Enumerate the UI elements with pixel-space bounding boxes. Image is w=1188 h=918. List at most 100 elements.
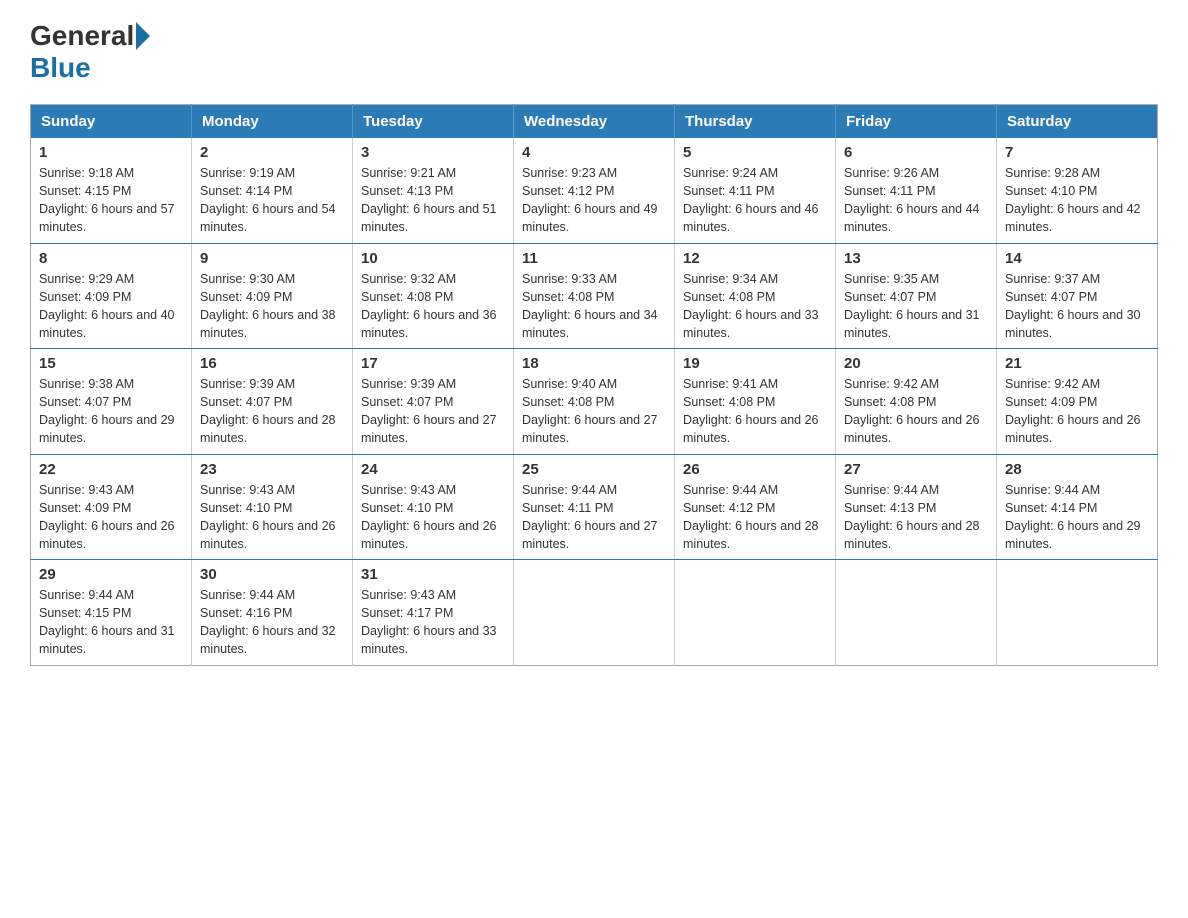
calendar-cell: 11 Sunrise: 9:33 AMSunset: 4:08 PMDaylig…: [514, 243, 675, 349]
day-number: 20: [844, 355, 988, 372]
day-info: Sunrise: 9:24 AMSunset: 4:11 PMDaylight:…: [683, 166, 819, 234]
day-info: Sunrise: 9:28 AMSunset: 4:10 PMDaylight:…: [1005, 166, 1141, 234]
calendar-table: SundayMondayTuesdayWednesdayThursdayFrid…: [30, 104, 1158, 666]
day-info: Sunrise: 9:19 AMSunset: 4:14 PMDaylight:…: [200, 166, 336, 234]
day-number: 29: [39, 566, 183, 583]
logo-arrow-icon: [136, 22, 150, 50]
calendar-cell: [675, 560, 836, 666]
day-number: 1: [39, 144, 183, 161]
day-info: Sunrise: 9:44 AMSunset: 4:11 PMDaylight:…: [522, 483, 658, 551]
day-number: 24: [361, 461, 505, 478]
calendar-cell: 22 Sunrise: 9:43 AMSunset: 4:09 PMDaylig…: [31, 454, 192, 560]
calendar-cell: 4 Sunrise: 9:23 AMSunset: 4:12 PMDayligh…: [514, 138, 675, 243]
day-info: Sunrise: 9:44 AMSunset: 4:13 PMDaylight:…: [844, 483, 980, 551]
day-number: 23: [200, 461, 344, 478]
day-info: Sunrise: 9:44 AMSunset: 4:15 PMDaylight:…: [39, 588, 175, 656]
calendar-cell: [997, 560, 1158, 666]
calendar-cell: 14 Sunrise: 9:37 AMSunset: 4:07 PMDaylig…: [997, 243, 1158, 349]
weekday-header-monday: Monday: [192, 105, 353, 139]
day-info: Sunrise: 9:26 AMSunset: 4:11 PMDaylight:…: [844, 166, 980, 234]
day-info: Sunrise: 9:34 AMSunset: 4:08 PMDaylight:…: [683, 272, 819, 340]
calendar-cell: 9 Sunrise: 9:30 AMSunset: 4:09 PMDayligh…: [192, 243, 353, 349]
calendar-cell: 15 Sunrise: 9:38 AMSunset: 4:07 PMDaylig…: [31, 349, 192, 455]
day-info: Sunrise: 9:39 AMSunset: 4:07 PMDaylight:…: [200, 377, 336, 445]
day-info: Sunrise: 9:18 AMSunset: 4:15 PMDaylight:…: [39, 166, 175, 234]
calendar-cell: 6 Sunrise: 9:26 AMSunset: 4:11 PMDayligh…: [836, 138, 997, 243]
calendar-week-row: 15 Sunrise: 9:38 AMSunset: 4:07 PMDaylig…: [31, 349, 1158, 455]
day-info: Sunrise: 9:43 AMSunset: 4:17 PMDaylight:…: [361, 588, 497, 656]
calendar-cell: 17 Sunrise: 9:39 AMSunset: 4:07 PMDaylig…: [353, 349, 514, 455]
weekday-header-tuesday: Tuesday: [353, 105, 514, 139]
day-number: 31: [361, 566, 505, 583]
day-info: Sunrise: 9:37 AMSunset: 4:07 PMDaylight:…: [1005, 272, 1141, 340]
day-number: 21: [1005, 355, 1149, 372]
day-number: 6: [844, 144, 988, 161]
day-number: 3: [361, 144, 505, 161]
calendar-cell: 21 Sunrise: 9:42 AMSunset: 4:09 PMDaylig…: [997, 349, 1158, 455]
day-info: Sunrise: 9:43 AMSunset: 4:10 PMDaylight:…: [361, 483, 497, 551]
calendar-cell: 16 Sunrise: 9:39 AMSunset: 4:07 PMDaylig…: [192, 349, 353, 455]
day-number: 14: [1005, 250, 1149, 267]
day-number: 17: [361, 355, 505, 372]
day-info: Sunrise: 9:44 AMSunset: 4:16 PMDaylight:…: [200, 588, 336, 656]
day-info: Sunrise: 9:41 AMSunset: 4:08 PMDaylight:…: [683, 377, 819, 445]
calendar-cell: 30 Sunrise: 9:44 AMSunset: 4:16 PMDaylig…: [192, 560, 353, 666]
calendar-cell: 1 Sunrise: 9:18 AMSunset: 4:15 PMDayligh…: [31, 138, 192, 243]
day-number: 9: [200, 250, 344, 267]
weekday-header-saturday: Saturday: [997, 105, 1158, 139]
calendar-cell: [514, 560, 675, 666]
day-info: Sunrise: 9:43 AMSunset: 4:10 PMDaylight:…: [200, 483, 336, 551]
calendar-week-row: 29 Sunrise: 9:44 AMSunset: 4:15 PMDaylig…: [31, 560, 1158, 666]
calendar-cell: 23 Sunrise: 9:43 AMSunset: 4:10 PMDaylig…: [192, 454, 353, 560]
day-number: 10: [361, 250, 505, 267]
calendar-cell: 18 Sunrise: 9:40 AMSunset: 4:08 PMDaylig…: [514, 349, 675, 455]
day-info: Sunrise: 9:43 AMSunset: 4:09 PMDaylight:…: [39, 483, 175, 551]
logo-general-text: General: [30, 20, 134, 52]
calendar-cell: 25 Sunrise: 9:44 AMSunset: 4:11 PMDaylig…: [514, 454, 675, 560]
day-info: Sunrise: 9:42 AMSunset: 4:09 PMDaylight:…: [1005, 377, 1141, 445]
day-info: Sunrise: 9:29 AMSunset: 4:09 PMDaylight:…: [39, 272, 175, 340]
weekday-header-sunday: Sunday: [31, 105, 192, 139]
day-number: 30: [200, 566, 344, 583]
day-info: Sunrise: 9:35 AMSunset: 4:07 PMDaylight:…: [844, 272, 980, 340]
page-header: General Blue: [30, 20, 1158, 84]
day-info: Sunrise: 9:33 AMSunset: 4:08 PMDaylight:…: [522, 272, 658, 340]
day-number: 4: [522, 144, 666, 161]
day-info: Sunrise: 9:21 AMSunset: 4:13 PMDaylight:…: [361, 166, 497, 234]
day-number: 19: [683, 355, 827, 372]
day-info: Sunrise: 9:44 AMSunset: 4:12 PMDaylight:…: [683, 483, 819, 551]
calendar-cell: 28 Sunrise: 9:44 AMSunset: 4:14 PMDaylig…: [997, 454, 1158, 560]
calendar-week-row: 1 Sunrise: 9:18 AMSunset: 4:15 PMDayligh…: [31, 138, 1158, 243]
day-number: 15: [39, 355, 183, 372]
day-number: 28: [1005, 461, 1149, 478]
day-number: 12: [683, 250, 827, 267]
day-number: 5: [683, 144, 827, 161]
day-number: 8: [39, 250, 183, 267]
day-info: Sunrise: 9:32 AMSunset: 4:08 PMDaylight:…: [361, 272, 497, 340]
weekday-header-thursday: Thursday: [675, 105, 836, 139]
calendar-cell: 31 Sunrise: 9:43 AMSunset: 4:17 PMDaylig…: [353, 560, 514, 666]
day-number: 7: [1005, 144, 1149, 161]
day-info: Sunrise: 9:30 AMSunset: 4:09 PMDaylight:…: [200, 272, 336, 340]
day-info: Sunrise: 9:39 AMSunset: 4:07 PMDaylight:…: [361, 377, 497, 445]
day-info: Sunrise: 9:44 AMSunset: 4:14 PMDaylight:…: [1005, 483, 1141, 551]
calendar-cell: 12 Sunrise: 9:34 AMSunset: 4:08 PMDaylig…: [675, 243, 836, 349]
logo: General Blue: [30, 20, 152, 84]
day-number: 13: [844, 250, 988, 267]
calendar-cell: 26 Sunrise: 9:44 AMSunset: 4:12 PMDaylig…: [675, 454, 836, 560]
day-number: 16: [200, 355, 344, 372]
day-number: 18: [522, 355, 666, 372]
weekday-header-friday: Friday: [836, 105, 997, 139]
calendar-cell: 13 Sunrise: 9:35 AMSunset: 4:07 PMDaylig…: [836, 243, 997, 349]
calendar-cell: 7 Sunrise: 9:28 AMSunset: 4:10 PMDayligh…: [997, 138, 1158, 243]
calendar-cell: 27 Sunrise: 9:44 AMSunset: 4:13 PMDaylig…: [836, 454, 997, 560]
day-info: Sunrise: 9:23 AMSunset: 4:12 PMDaylight:…: [522, 166, 658, 234]
calendar-cell: 19 Sunrise: 9:41 AMSunset: 4:08 PMDaylig…: [675, 349, 836, 455]
calendar-week-row: 8 Sunrise: 9:29 AMSunset: 4:09 PMDayligh…: [31, 243, 1158, 349]
day-number: 26: [683, 461, 827, 478]
weekday-header-row: SundayMondayTuesdayWednesdayThursdayFrid…: [31, 105, 1158, 139]
day-number: 11: [522, 250, 666, 267]
calendar-cell: 8 Sunrise: 9:29 AMSunset: 4:09 PMDayligh…: [31, 243, 192, 349]
weekday-header-wednesday: Wednesday: [514, 105, 675, 139]
calendar-cell: 24 Sunrise: 9:43 AMSunset: 4:10 PMDaylig…: [353, 454, 514, 560]
